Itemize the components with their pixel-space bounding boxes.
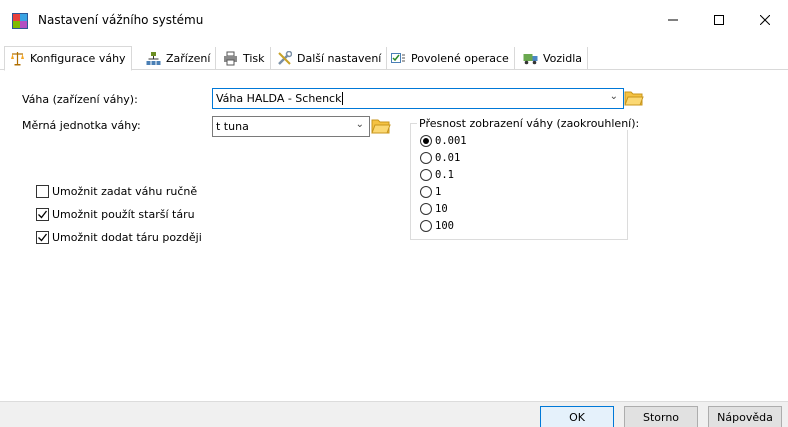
radio-label: 0.1 [435, 169, 454, 181]
tab-label: Konfigurace váhy [30, 52, 126, 65]
radio-selected-dot [423, 138, 429, 144]
minimize-icon [668, 19, 678, 21]
radio-label: 0.001 [435, 135, 467, 147]
tab-strip: Konfigurace váhy Zařízení Tisk Další nas… [0, 40, 788, 71]
close-button[interactable] [742, 0, 788, 40]
radio-button[interactable] [420, 152, 432, 164]
radio-precision-10[interactable]: 10 [420, 203, 448, 215]
title-bar: Nastavení vážního systému [0, 0, 788, 40]
chevron-down-icon[interactable]: ⌄ [356, 119, 364, 130]
ok-button[interactable]: OK [540, 406, 614, 427]
checkbox-older-tare[interactable]: Umožnit použít starší táru [36, 208, 195, 221]
checkbox-box[interactable] [36, 208, 49, 221]
unit-select[interactable]: t tuna ⌄ [212, 116, 370, 137]
radio-button[interactable] [420, 186, 432, 198]
tab-povolene-operace[interactable]: Povolené operace [386, 47, 515, 70]
checkmark-icon [38, 233, 48, 242]
tab-dalsi-nastaveni[interactable]: Další nastavení [272, 47, 388, 70]
app-icon [12, 13, 28, 29]
radio-button[interactable] [420, 135, 432, 147]
tab-label: Další nastavení [297, 52, 382, 65]
close-icon [760, 15, 770, 25]
radio-precision-100[interactable]: 100 [420, 220, 454, 232]
chevron-down-icon[interactable]: ⌄ [610, 91, 618, 102]
checkmark-icon [38, 210, 48, 219]
radio-label: 100 [435, 220, 454, 232]
folder-open-icon[interactable] [371, 117, 391, 135]
radio-label: 10 [435, 203, 448, 215]
maximize-button[interactable] [696, 0, 742, 40]
scale-value: Váha HALDA - Schenck [216, 92, 342, 105]
radio-button[interactable] [420, 203, 432, 215]
tab-label: Zařízení [166, 52, 211, 65]
scale-label: Váha (zařízení váhy): [22, 93, 138, 106]
radio-precision-0001[interactable]: 0.001 [420, 135, 467, 147]
minimize-button[interactable] [650, 0, 696, 40]
radio-label: 0.01 [435, 152, 461, 164]
help-button[interactable]: Nápověda [708, 406, 782, 427]
scale-icon [11, 52, 24, 66]
checkbox-label: Umožnit dodat táru později [52, 231, 202, 244]
tab-content-konfigurace-vahy: Váha (zařízení váhy): Váha HALDA - Schen… [12, 71, 788, 401]
truck-icon [523, 54, 538, 65]
radio-button[interactable] [420, 220, 432, 232]
tab-label: Povolené operace [411, 52, 509, 65]
tab-label: Tisk [243, 52, 265, 65]
checkbox-box[interactable] [36, 231, 49, 244]
tools-icon [278, 51, 292, 65]
dialog-footer: OK Storno Nápověda [0, 401, 788, 427]
radio-label: 1 [435, 186, 442, 198]
tab-konfigurace-vahy[interactable]: Konfigurace váhy [4, 46, 132, 71]
precision-group-title: Přesnost zobrazení váhy (zaokrouhlení): [417, 117, 642, 130]
tab-zarizeni[interactable]: Zařízení [141, 47, 217, 70]
scale-select[interactable]: Váha HALDA - Schenck ⌄ [212, 88, 624, 109]
checkbox-tare-later[interactable]: Umožnit dodat táru později [36, 231, 202, 244]
checkbox-manual-weight[interactable]: Umožnit zadat váhu ručně [36, 185, 197, 198]
tab-label: Vozidla [543, 52, 583, 65]
radio-precision-01[interactable]: 0.1 [420, 169, 454, 181]
unit-label: Měrná jednotka váhy: [22, 119, 141, 132]
text-caret [342, 92, 344, 105]
radio-button[interactable] [420, 169, 432, 181]
network-icon [146, 52, 161, 65]
window-title: Nastavení vážního systému [38, 13, 204, 27]
radio-precision-1[interactable]: 1 [420, 186, 441, 198]
checklist-icon [391, 53, 405, 63]
tab-tisk[interactable]: Tisk [218, 47, 271, 70]
checkbox-label: Umožnit použít starší táru [52, 208, 195, 221]
radio-precision-001[interactable]: 0.01 [420, 152, 460, 164]
checkbox-label: Umožnit zadat váhu ručně [52, 185, 198, 198]
precision-group: Přesnost zobrazení váhy (zaokrouhlení): … [410, 117, 642, 240]
unit-value: t tuna [216, 120, 249, 133]
folder-open-icon[interactable] [624, 89, 644, 107]
printer-icon [224, 51, 237, 66]
cancel-button[interactable]: Storno [624, 406, 698, 427]
maximize-icon [714, 15, 724, 25]
checkbox-box[interactable] [36, 185, 49, 198]
tab-vozidla[interactable]: Vozidla [518, 47, 589, 70]
